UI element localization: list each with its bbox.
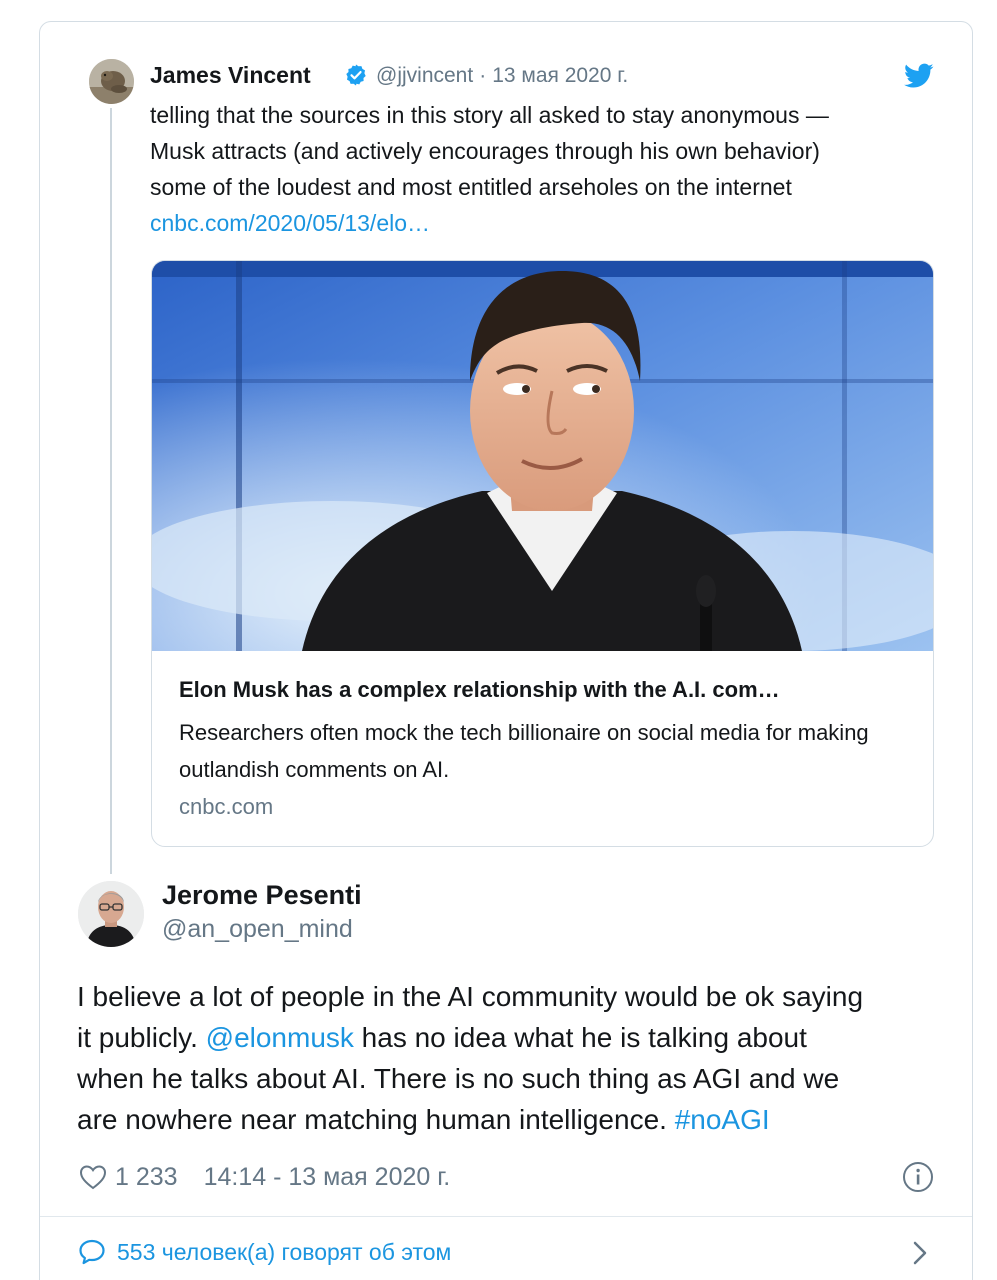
tweet-text-line: it publicly. @elonmusk has no idea what …	[77, 1017, 957, 1058]
preview-domain: cnbc.com	[179, 794, 274, 819]
preview-title[interactable]: Elon Musk has a complex relationship wit…	[179, 677, 780, 703]
like-count[interactable]: 1 233	[115, 1163, 178, 1192]
tweet-text-line: are nowhere near matching human intellig…	[77, 1099, 957, 1140]
tweet-stats: 1 233 14:14 - 13 мая 2020 г.	[79, 1160, 450, 1194]
twitter-bird-icon[interactable]	[904, 63, 934, 89]
info-icon[interactable]	[902, 1161, 934, 1193]
tweet-timestamp[interactable]: 14:14 - 13 мая 2020 г.	[204, 1163, 451, 1192]
thread-connector-line	[110, 108, 112, 874]
quoted-text-line: telling that the sources in this story a…	[150, 102, 829, 128]
quoted-tweet-meta: @jjvincent · 13 мая 2020 г.	[376, 64, 628, 88]
preview-description: Researchers often mock the tech billiona…	[179, 720, 869, 782]
quoted-author-name[interactable]: James Vincent	[150, 62, 311, 89]
chevron-right-icon[interactable]	[910, 1240, 930, 1266]
quoted-tweet-text: telling that the sources in this story a…	[150, 97, 940, 241]
quoted-text-line: Musk attracts (and actively encourages t…	[150, 138, 820, 164]
conversation-count-link[interactable]: 553 человек(а) говорят об этом	[117, 1239, 451, 1266]
meta-separator: ·	[479, 64, 487, 87]
heart-icon[interactable]	[79, 1164, 107, 1190]
quoted-author-handle[interactable]: @jjvincent	[376, 64, 473, 87]
author-handle[interactable]: @an_open_mind	[162, 915, 353, 944]
verified-badge-icon	[346, 64, 366, 86]
author-name[interactable]: Jerome Pesenti	[162, 880, 362, 911]
jerome-pesenti-avatar[interactable]	[78, 881, 144, 947]
james-vincent-avatar[interactable]	[89, 59, 134, 104]
mention-link[interactable]: @elonmusk	[206, 1022, 354, 1053]
tweet-text-line: I believe a lot of people in the AI comm…	[77, 981, 864, 1012]
link-preview-card[interactable]: Elon Musk has a complex relationship wit…	[151, 260, 934, 847]
tweet-text: I believe a lot of people in the AI comm…	[77, 976, 957, 1140]
quoted-text-line: some of the loudest and most entitled ar…	[150, 174, 792, 200]
hashtag-link[interactable]: #noAGI	[675, 1104, 770, 1135]
quoted-tweet-link[interactable]: cnbc.com/2020/05/13/elo…	[150, 205, 940, 241]
conversation-row[interactable]: 553 человек(а) говорят об этом	[40, 1217, 972, 1280]
tweet-text-fragment: are nowhere near matching human intellig…	[77, 1104, 675, 1135]
quoted-tweet-date[interactable]: 13 мая 2020 г.	[492, 64, 628, 87]
tweet-text-line: when he talks about AI. There is no such…	[77, 1063, 840, 1094]
tweet-text-fragment: has no idea what he is talking about	[353, 1022, 807, 1053]
preview-image[interactable]	[152, 261, 933, 651]
speech-bubble-icon	[79, 1239, 105, 1265]
tweet-text-fragment: it publicly.	[77, 1022, 206, 1053]
